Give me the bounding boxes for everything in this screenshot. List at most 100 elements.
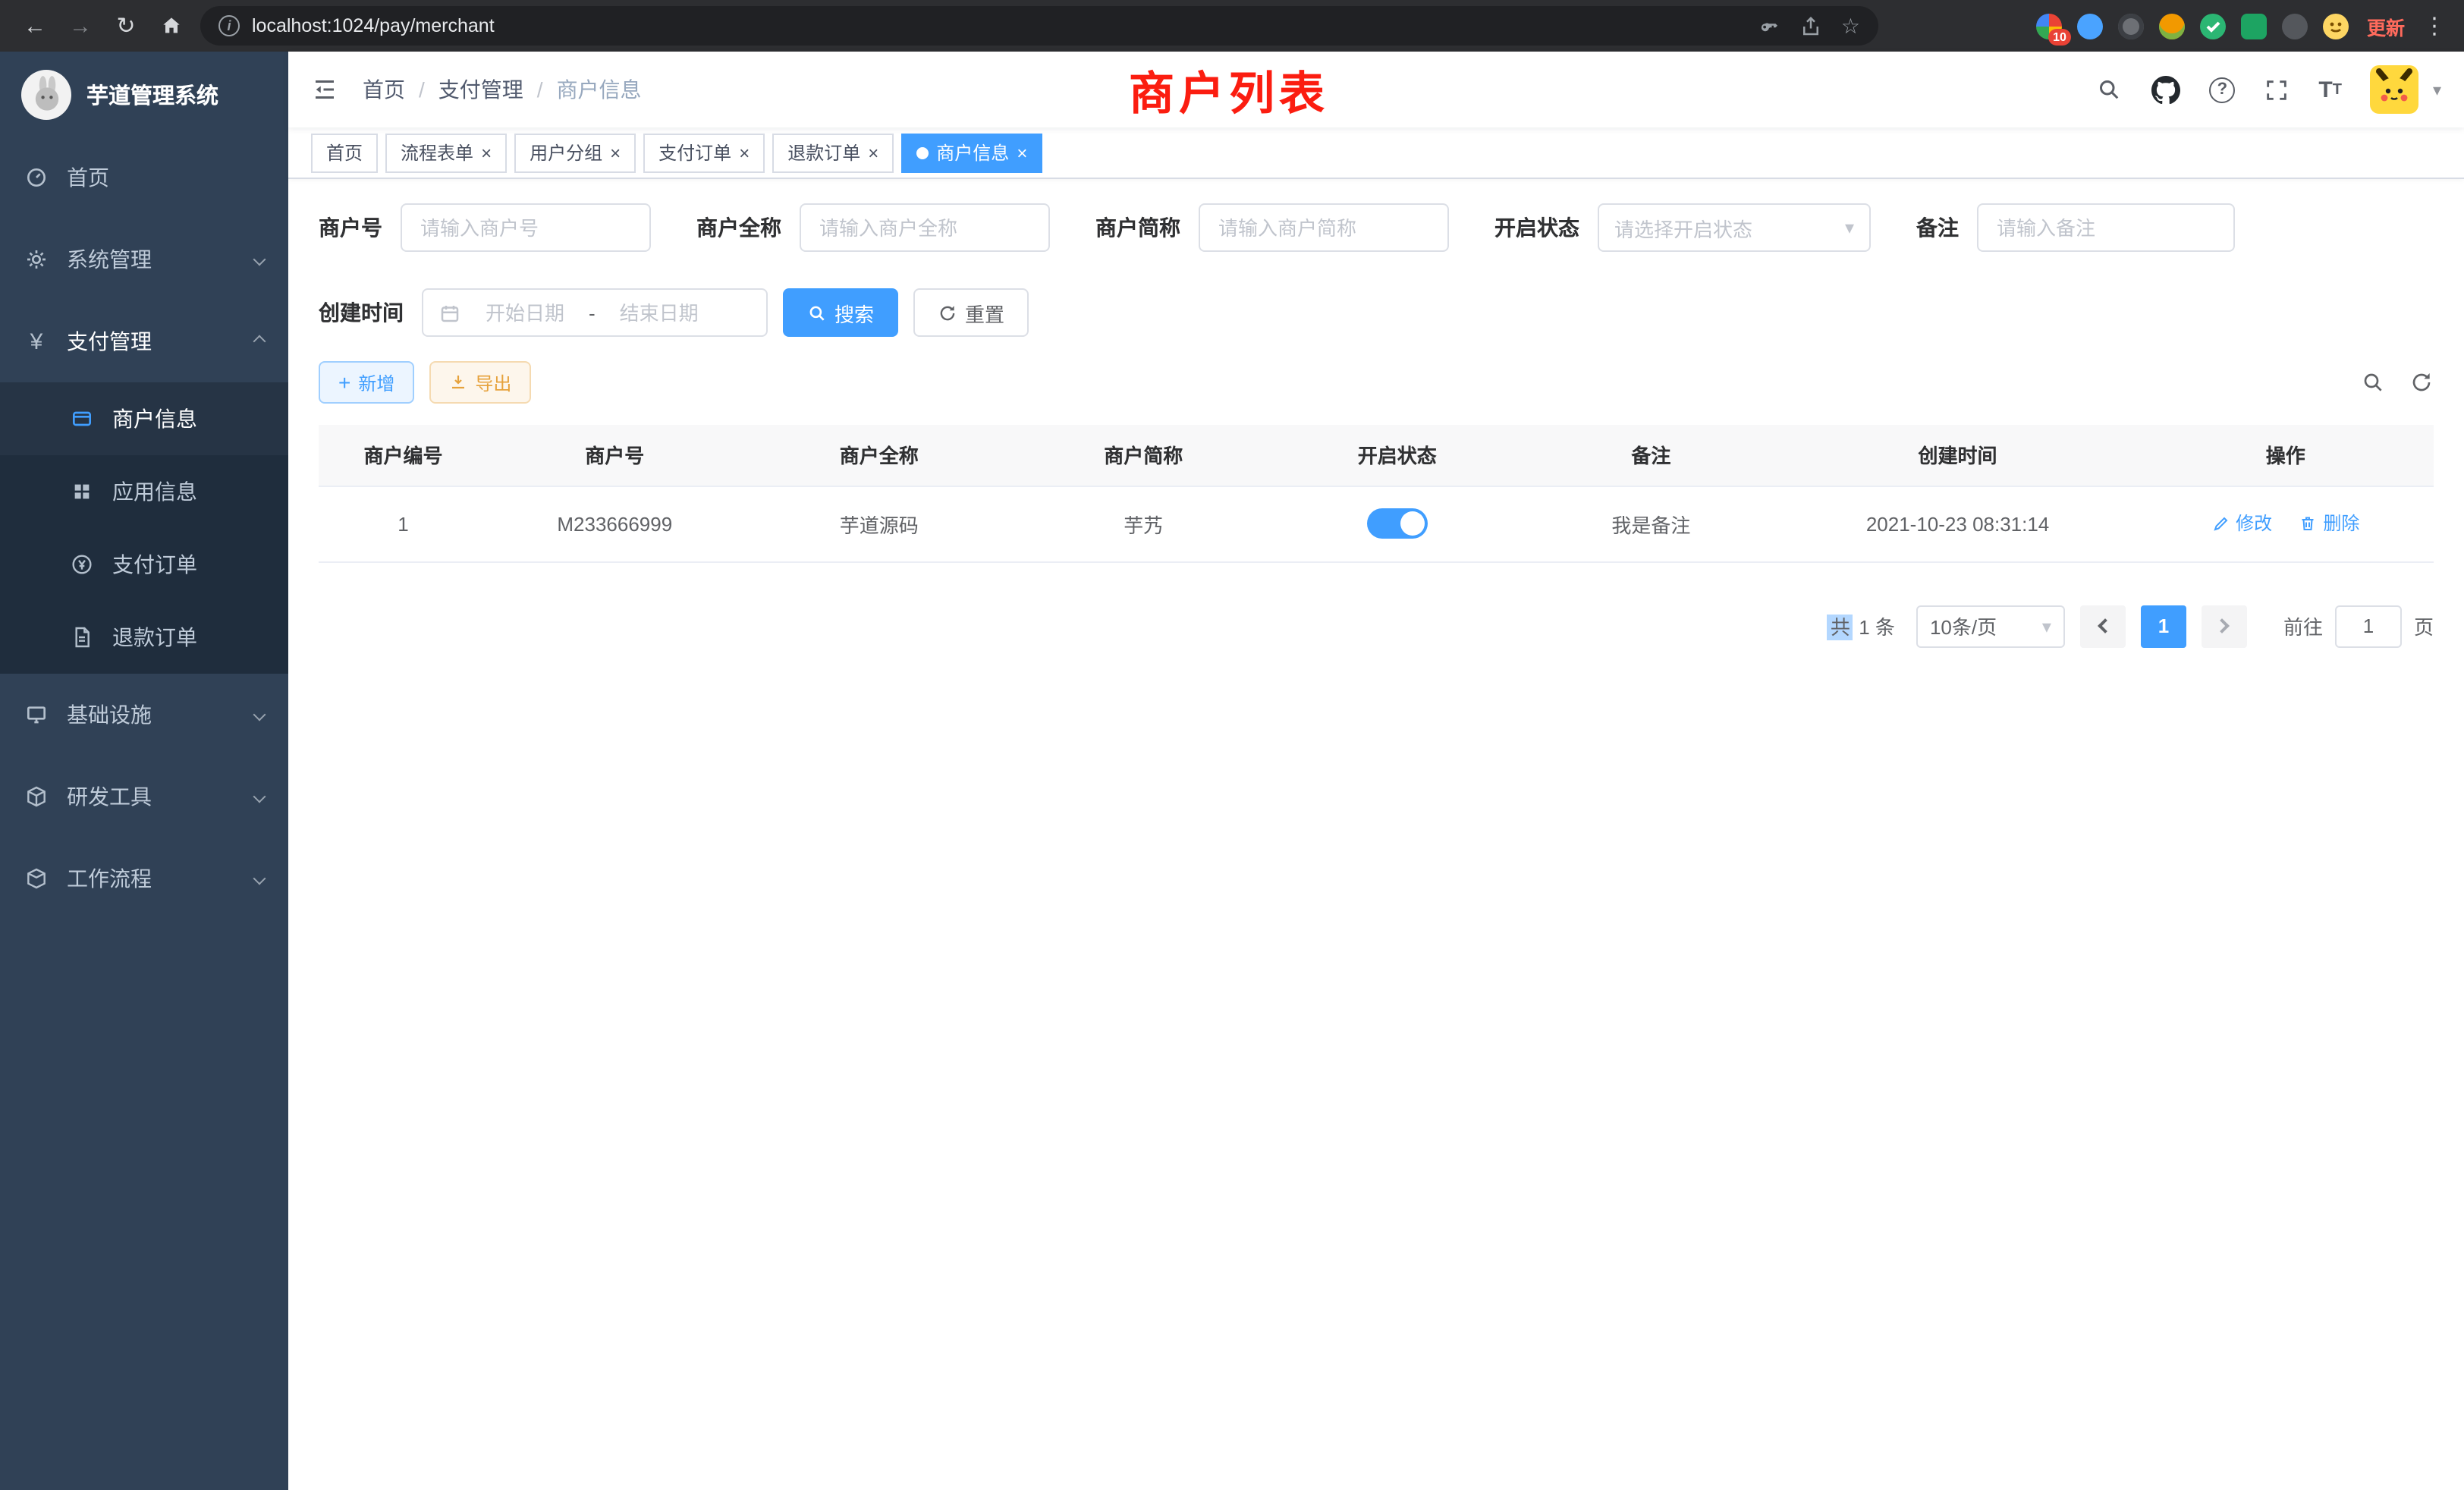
fullscreen-icon[interactable] — [2264, 77, 2290, 102]
tab-close-icon[interactable]: × — [1017, 143, 1027, 162]
share-icon[interactable] — [1800, 14, 1823, 37]
tags-view-bar: 首页 流程表单 × 用户分组 × 支付订单 × 退款订单 × — [288, 127, 2464, 179]
tab-close-icon[interactable]: × — [739, 143, 750, 162]
prev-page-button[interactable] — [2080, 605, 2126, 647]
tab-process-form[interactable]: 流程表单 × — [385, 133, 507, 172]
sidebar-item-workflow[interactable]: 工作流程 — [0, 838, 288, 919]
filter-create-time: 创建时间 - — [319, 288, 768, 337]
password-key-icon[interactable] — [1759, 14, 1782, 37]
tab-close-icon[interactable]: × — [868, 143, 878, 162]
export-button[interactable]: 导出 — [429, 361, 531, 404]
full-name-input[interactable] — [800, 203, 1050, 252]
add-button[interactable]: + 新增 — [319, 361, 414, 404]
sidebar-item-pay-order[interactable]: 支付订单 — [0, 528, 288, 601]
sidebar-item-home[interactable]: 首页 — [0, 137, 288, 218]
sidebar-item-label: 支付订单 — [112, 549, 197, 580]
sidebar-item-label: 退款订单 — [112, 622, 197, 652]
reload-icon[interactable]: ↻ — [109, 9, 143, 42]
col-header: 商户编号 — [319, 425, 488, 486]
col-header: 创建时间 — [1778, 425, 2138, 486]
col-header: 开启状态 — [1271, 425, 1525, 486]
breadcrumb-payment[interactable]: 支付管理 — [438, 74, 523, 105]
sidebar-item-app-info[interactable]: 应用信息 — [0, 455, 288, 528]
trash-icon — [2299, 514, 2317, 533]
extension-gray-icon[interactable] — [2118, 13, 2144, 39]
cell-index: 1 — [319, 486, 488, 561]
col-header: 商户号 — [488, 425, 742, 486]
chevron-right-icon — [2214, 618, 2230, 633]
tab-home[interactable]: 首页 — [311, 133, 378, 172]
home-icon[interactable] — [155, 9, 188, 42]
forward-icon[interactable]: → — [64, 9, 97, 42]
merchant-no-input[interactable] — [401, 203, 651, 252]
extension-avatar-icon[interactable] — [2159, 13, 2185, 39]
extension-green-doc-icon[interactable] — [2241, 13, 2267, 39]
extension-smiley-icon[interactable] — [2323, 13, 2349, 39]
site-info-icon[interactable]: i — [218, 15, 240, 36]
extension-tray: 10 — [2036, 13, 2349, 39]
delete-link[interactable]: 删除 — [2299, 511, 2359, 536]
tab-pay-order[interactable]: 支付订单 × — [643, 133, 765, 172]
search-button[interactable]: 搜索 — [783, 288, 898, 337]
merchant-table: 商户编号 商户号 商户全称 商户简称 开启状态 备注 创建时间 操作 1 — [319, 425, 2434, 562]
refresh-table-icon[interactable] — [2409, 370, 2434, 395]
user-avatar[interactable] — [2371, 65, 2419, 114]
sidebar-item-label: 商户信息 — [112, 404, 197, 434]
short-name-input[interactable] — [1199, 203, 1449, 252]
help-icon[interactable]: ? — [2209, 77, 2235, 102]
remark-input[interactable] — [1977, 203, 2235, 252]
sidebar-item-payment[interactable]: ¥ 支付管理 — [0, 300, 288, 382]
browser-menu-icon[interactable]: ⋮ — [2423, 12, 2446, 39]
address-bar[interactable]: i localhost:1024/pay/merchant ☆ — [200, 6, 1878, 46]
chevron-down-icon: ▾ — [2042, 615, 2051, 637]
filter-label: 商户简称 — [1095, 212, 1180, 243]
sidebar-item-merchant-info[interactable]: 商户信息 — [0, 382, 288, 455]
goto-page-input[interactable] — [2335, 605, 2402, 647]
bookmark-star-icon[interactable]: ☆ — [1841, 13, 1860, 39]
col-header: 商户简称 — [1017, 425, 1271, 486]
toggle-search-icon[interactable] — [2361, 370, 2385, 395]
sidebar-item-refund-order[interactable]: 退款订单 — [0, 601, 288, 674]
tab-merchant-info[interactable]: 商户信息 × — [901, 133, 1042, 172]
tab-user-group[interactable]: 用户分组 × — [514, 133, 636, 172]
start-date-input[interactable] — [470, 301, 580, 324]
pagination-total: 共 1 条 — [1828, 611, 1895, 640]
tab-refund-order[interactable]: 退款订单 × — [772, 133, 894, 172]
create-time-range-picker[interactable]: - — [422, 288, 768, 337]
cell-full-name: 芋道源码 — [742, 486, 1017, 561]
page-1-button[interactable]: 1 — [2141, 605, 2186, 647]
font-size-icon[interactable]: TT — [2318, 77, 2342, 102]
status-switch[interactable] — [1367, 508, 1428, 539]
filter-short-name: 商户简称 — [1095, 203, 1449, 252]
github-icon[interactable] — [2151, 75, 2180, 104]
back-icon[interactable]: ← — [18, 9, 52, 42]
sidebar-item-system[interactable]: 系统管理 — [0, 218, 288, 300]
active-tab-dot — [916, 146, 929, 159]
sidebar-item-infrastructure[interactable]: 基础设施 — [0, 674, 288, 756]
reset-button[interactable]: 重置 — [913, 288, 1029, 337]
tab-close-icon[interactable]: × — [610, 143, 621, 162]
page-size-select[interactable]: 10条/页 ▾ — [1916, 605, 2065, 647]
next-page-button[interactable] — [2202, 605, 2247, 647]
sidebar-item-dev-tools[interactable]: 研发工具 — [0, 756, 288, 838]
sidebar-menu: 首页 系统管理 ¥ 支付管理 商户信息 — [0, 137, 288, 919]
table-header-row: 商户编号 商户号 商户全称 商户简称 开启状态 备注 创建时间 操作 — [319, 425, 2434, 486]
tab-close-icon[interactable]: × — [481, 143, 492, 162]
extension-blue-icon[interactable] — [2077, 13, 2103, 39]
cell-status — [1271, 486, 1525, 561]
extension-dark-icon[interactable] — [2282, 13, 2308, 39]
status-select[interactable]: 请选择开启状态 ▾ — [1598, 203, 1871, 252]
plus-icon: + — [338, 372, 350, 393]
extensions-icon[interactable]: 10 — [2036, 13, 2062, 39]
sidebar-toggle-icon[interactable] — [311, 76, 338, 103]
table-row: 1 M233666999 芋道源码 芋艿 我是备注 2021-10-23 08:… — [319, 486, 2434, 561]
search-icon[interactable] — [2095, 76, 2123, 103]
chrome-update-button[interactable]: 更新 — [2361, 11, 2411, 40]
avatar-caret-icon[interactable]: ▾ — [2433, 80, 2441, 99]
app-logo[interactable]: 芋道管理系统 — [0, 52, 288, 137]
edit-link[interactable]: 修改 — [2211, 511, 2272, 536]
edit-pencil-icon — [2211, 514, 2230, 533]
end-date-input[interactable] — [605, 301, 714, 324]
extension-green-check-icon[interactable] — [2200, 13, 2226, 39]
breadcrumb-home[interactable]: 首页 — [363, 74, 405, 105]
